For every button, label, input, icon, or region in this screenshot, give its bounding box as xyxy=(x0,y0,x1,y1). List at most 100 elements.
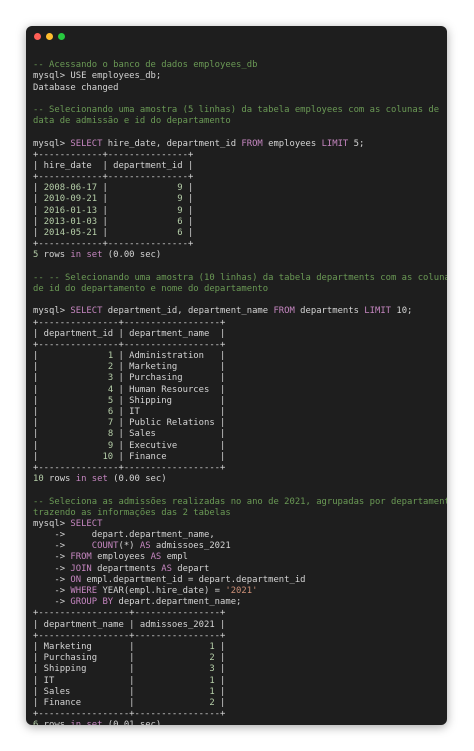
terminal-text: empl.department_id = depart.department_i… xyxy=(81,574,306,585)
sql-keyword: WHERE xyxy=(70,586,98,596)
terminal-text: mysql> xyxy=(33,518,71,529)
terminal-text: | xyxy=(182,205,194,216)
terminal-line: | 8 | Sales | xyxy=(33,429,441,440)
terminal-line: | 5 | Shipping | xyxy=(33,396,441,407)
terminal-line: -> ON empl.department_id = depart.depart… xyxy=(33,575,441,586)
terminal-line: -> GROUP BY depart.department_name; xyxy=(33,597,441,608)
sql-comment: -- Acessando o banco de dados employees_… xyxy=(33,60,258,71)
terminal-text: | department_name | admissoes_2021 | xyxy=(33,619,226,630)
terminal-line: | 2013-01-03 | 6 | xyxy=(33,217,441,228)
terminal-text: -> xyxy=(33,586,71,596)
terminal-text: +---------------+------------------+ xyxy=(33,339,226,350)
minimize-window-icon[interactable] xyxy=(46,32,53,40)
terminal-text: | Marketing | xyxy=(113,362,226,373)
terminal-line: -> FROM employees AS empl xyxy=(33,552,441,563)
terminal-text: | xyxy=(33,407,108,417)
terminal-text: | xyxy=(33,216,44,227)
terminal-line: -- Acessando o banco de dados employees_… xyxy=(33,60,441,71)
terminal-text: -> xyxy=(33,563,71,574)
terminal-text: empl xyxy=(161,552,188,563)
terminal-line: +---------------+------------------+ xyxy=(33,318,441,329)
sql-keyword: COUNT xyxy=(91,541,119,552)
terminal-text: | xyxy=(33,362,108,373)
close-window-icon[interactable] xyxy=(34,32,41,40)
terminal-line: mysql> SELECT hire_date, department_id F… xyxy=(33,139,441,150)
terminal-text: 5; xyxy=(348,138,365,149)
terminal-text: | xyxy=(33,183,44,194)
terminal-line: trazendo as informações das 2 tabelas xyxy=(33,508,441,519)
terminal-text: department_id, department_name xyxy=(102,306,274,317)
terminal-text: (0.00 sec) xyxy=(102,250,162,261)
terminal-text: Database changed xyxy=(33,82,119,93)
terminal-text: | xyxy=(33,384,108,395)
terminal-text: -> xyxy=(33,574,71,585)
terminal-text: | xyxy=(33,205,44,216)
sql-keyword: in xyxy=(75,474,87,485)
sql-keyword: SELECT xyxy=(70,138,103,149)
terminal-text: | xyxy=(214,686,226,697)
terminal-text: | xyxy=(33,429,108,440)
terminal-line: | 9 | Executive | xyxy=(33,441,441,452)
terminal-text: | xyxy=(214,641,226,652)
terminal-line: | department_id | department_name | xyxy=(33,329,441,340)
terminal-text: mysql> xyxy=(33,306,71,317)
terminal-text: | xyxy=(33,440,108,451)
terminal-line: | 2016-01-13 | 9 | xyxy=(33,206,441,217)
sql-keyword: JOIN xyxy=(70,563,92,574)
terminal-text: (0.01 sec) xyxy=(102,720,161,725)
terminal-text: | Finance | xyxy=(33,697,210,708)
terminal-line: | department_name | admissoes_2021 | xyxy=(33,620,441,631)
terminal-text: -> xyxy=(33,597,71,608)
sql-keyword: AS xyxy=(139,541,151,552)
terminal-line: | 4 | Human Resources | xyxy=(33,385,441,396)
terminal-text: hire_date, department_id xyxy=(102,138,242,149)
terminal-text: | xyxy=(33,194,44,205)
terminal-line: | 2008-06-17 | 9 | xyxy=(33,183,441,194)
sql-keyword: in xyxy=(70,720,81,725)
terminal-text: | xyxy=(33,228,44,238)
sql-keyword: ON xyxy=(70,574,82,585)
terminal-text: | Purchasing | xyxy=(113,373,226,384)
terminal-text: rows xyxy=(43,474,76,485)
terminal-text: 10; xyxy=(391,306,413,317)
terminal-text: +-----------------+----------------+ xyxy=(33,608,226,619)
terminal-line: +-----------------+----------------+ xyxy=(33,709,441,720)
terminal-text: (0.00 sec) xyxy=(107,474,167,485)
terminal-line: mysql> SELECT department_id, department_… xyxy=(33,306,441,317)
terminal-line: 10 rows in set (0.00 sec) xyxy=(33,474,441,485)
terminal-line: data de admissão e id do departamento xyxy=(33,116,441,127)
terminal-text: | Shipping | xyxy=(33,664,210,675)
terminal-output[interactable]: -- Acessando o banco de dados employees_… xyxy=(26,46,447,725)
terminal-line: +---------------+------------------+ xyxy=(33,340,441,351)
terminal-text: | department_id | department_name | xyxy=(33,328,226,339)
terminal-text: | xyxy=(182,194,194,205)
sql-keyword: SELECT xyxy=(70,518,103,529)
terminal-line: | 2014-05-21 | 6 | xyxy=(33,228,441,239)
terminal-line: | Sales | 1 | xyxy=(33,687,441,698)
numeric-value: 10 xyxy=(33,474,44,485)
terminal-line: -> depart.department_name, xyxy=(33,530,441,541)
terminal-text: | xyxy=(33,395,108,406)
zoom-window-icon[interactable] xyxy=(58,32,65,40)
terminal-text: | xyxy=(97,216,178,227)
terminal-line: mysql> USE employees_db; xyxy=(33,71,441,82)
terminal-line: +------------+---------------+ xyxy=(33,172,441,183)
terminal-text: | xyxy=(182,216,194,227)
terminal-text: departments xyxy=(91,563,162,574)
terminal-line: | Marketing | 1 | xyxy=(33,642,441,653)
terminal-line: +-----------------+----------------+ xyxy=(33,631,441,642)
terminal-text: | IT | xyxy=(33,675,210,686)
numeric-value: 10 xyxy=(102,451,114,462)
terminal-text: | xyxy=(214,675,226,686)
numeric-value: 2013-01-03 xyxy=(43,216,98,227)
terminal-text: | xyxy=(97,205,178,216)
numeric-value: 2010-09-21 xyxy=(43,194,98,205)
terminal-text: | Public Relations | xyxy=(113,418,226,429)
terminal-text: | xyxy=(182,183,194,194)
terminal-text: YEAR(empl.hire_date) = xyxy=(97,586,226,596)
terminal-line: 6 rows in set (0.01 sec) xyxy=(33,720,441,725)
